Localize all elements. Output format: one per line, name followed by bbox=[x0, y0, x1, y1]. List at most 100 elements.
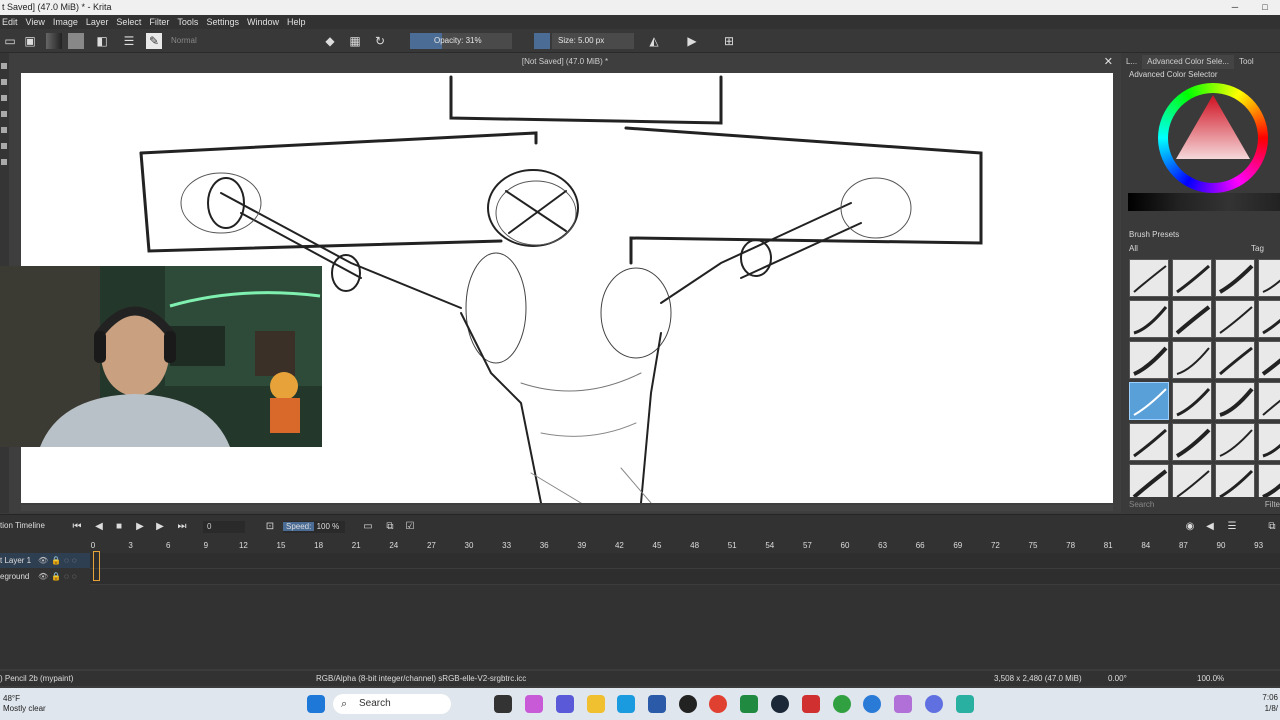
alpha-lock-icon[interactable]: ▦ bbox=[347, 33, 363, 49]
krita-taskbar-icon[interactable] bbox=[894, 695, 912, 713]
tool-icon[interactable] bbox=[1, 143, 7, 149]
app-icon[interactable] bbox=[956, 695, 974, 713]
brush-preset-tile[interactable] bbox=[1129, 341, 1169, 379]
brush-search-input[interactable]: Search bbox=[1129, 500, 1239, 511]
playhead[interactable] bbox=[93, 551, 100, 581]
tool-icon[interactable] bbox=[1, 159, 7, 165]
close-document-icon[interactable]: ✕ bbox=[1104, 55, 1113, 68]
volume-icon[interactable]: ◀ bbox=[1203, 520, 1217, 534]
brush-preset-tile[interactable] bbox=[1258, 464, 1280, 497]
timeline-menu-icon[interactable]: ☰ bbox=[1225, 520, 1239, 534]
brush-preset-tile[interactable] bbox=[1215, 423, 1255, 461]
brush-preset-tile[interactable] bbox=[1129, 259, 1169, 297]
blend-mode-select[interactable]: Normal bbox=[168, 33, 318, 49]
auto-key-icon[interactable]: ☑ bbox=[403, 520, 417, 534]
brush-preset-tile[interactable] bbox=[1215, 300, 1255, 338]
brush-preset-tile[interactable] bbox=[1129, 300, 1169, 338]
app-icon[interactable] bbox=[802, 695, 820, 713]
brush-preset-tile[interactable] bbox=[1258, 259, 1280, 297]
reload-icon[interactable]: ↻ bbox=[372, 33, 388, 49]
play-icon[interactable]: ▶ bbox=[133, 520, 147, 534]
brush-preset-tile[interactable] bbox=[1129, 464, 1169, 497]
onion-skin-icon[interactable]: ⧉ bbox=[383, 520, 397, 534]
frame-ruler[interactable]: 0 3 6 9 12 15 18 21 24 27 30 33 36 39 42 45 48 51 54 57 60 63… bbox=[90, 541, 1280, 551]
next-frame-icon[interactable]: ▶ bbox=[153, 520, 167, 534]
history-bar[interactable] bbox=[1128, 193, 1280, 211]
tab-color-selector[interactable]: Advanced Color Sele... bbox=[1142, 55, 1234, 69]
tool-icon[interactable] bbox=[1, 95, 7, 101]
brush-preset-tile[interactable] bbox=[1172, 382, 1212, 420]
brush-preset-tile[interactable] bbox=[1215, 464, 1255, 497]
windows-start-icon[interactable] bbox=[307, 695, 325, 713]
tool-icon[interactable] bbox=[1, 111, 7, 117]
menu-select[interactable]: Select bbox=[116, 15, 147, 29]
menu-window[interactable]: Window bbox=[247, 15, 285, 29]
color-wheel[interactable] bbox=[1158, 83, 1268, 193]
brush-preset-tile[interactable] bbox=[1129, 382, 1169, 420]
brush-preset-tile[interactable] bbox=[1258, 423, 1280, 461]
frame-grid[interactable] bbox=[90, 553, 1280, 585]
save-icon[interactable]: ▣ bbox=[22, 33, 38, 49]
tool-icon[interactable] bbox=[1, 79, 7, 85]
weather-widget[interactable]: 48°F Mostly clear bbox=[3, 694, 46, 714]
menu-edit[interactable]: Edit bbox=[2, 15, 24, 29]
chrome-profile-icon[interactable] bbox=[833, 695, 851, 713]
task-view-icon[interactable] bbox=[494, 695, 512, 713]
open-icon[interactable]: ▭ bbox=[2, 33, 18, 49]
size-slider[interactable]: Size: 5.00 px bbox=[552, 33, 634, 49]
menu-tools[interactable]: Tools bbox=[177, 15, 204, 29]
previous-frame-icon[interactable]: ◀ bbox=[92, 520, 106, 534]
vpn-icon[interactable] bbox=[863, 695, 881, 713]
tool-icon[interactable] bbox=[1, 63, 7, 69]
menu-filter[interactable]: Filter bbox=[149, 15, 175, 29]
brush-preset-tile[interactable] bbox=[1215, 382, 1255, 420]
mirror-vertical-icon[interactable]: ▶ bbox=[684, 33, 700, 49]
audio-icon[interactable]: ◉ bbox=[1183, 520, 1197, 534]
brush-preset-tile[interactable] bbox=[1215, 341, 1255, 379]
drop-frames-icon[interactable]: ▭ bbox=[361, 520, 375, 534]
brush-preset-tile[interactable] bbox=[1172, 341, 1212, 379]
menu-settings[interactable]: Settings bbox=[206, 15, 245, 29]
dock-float-icon[interactable]: ⧉ bbox=[1265, 520, 1279, 534]
eraser-icon[interactable]: ◆ bbox=[322, 33, 338, 49]
menu-image[interactable]: Image bbox=[53, 15, 84, 29]
layer-visibility-icon[interactable]: 👁🔒◌◌ bbox=[38, 553, 80, 568]
steam-icon[interactable] bbox=[771, 695, 789, 713]
brush-preset-tile[interactable] bbox=[1172, 300, 1212, 338]
tab-layers[interactable]: L... bbox=[1121, 55, 1142, 69]
timeline-layer-row[interactable]: eground 👁🔒◌◌ bbox=[0, 569, 90, 584]
frame-settings-icon[interactable]: ⊡ bbox=[263, 520, 277, 534]
gradient-icon[interactable] bbox=[46, 33, 62, 49]
last-frame-icon[interactable]: ⏭ bbox=[175, 520, 189, 534]
brush-preset-tile[interactable] bbox=[1215, 259, 1255, 297]
copilot-icon[interactable] bbox=[525, 695, 543, 713]
menu-help[interactable]: Help bbox=[287, 15, 312, 29]
brush-preset-tile[interactable] bbox=[1258, 341, 1280, 379]
brush-settings-icon[interactable]: ☰ bbox=[121, 33, 137, 49]
edge-icon[interactable] bbox=[617, 695, 635, 713]
layer-visibility-icon[interactable]: 👁🔒◌◌ bbox=[38, 569, 80, 584]
brush-preset-tile[interactable] bbox=[1172, 464, 1212, 497]
brush-preset-tile[interactable] bbox=[1258, 382, 1280, 420]
current-frame-input[interactable]: 0 bbox=[203, 521, 245, 533]
color-swap-icon[interactable]: ◧ bbox=[94, 33, 110, 49]
menu-view[interactable]: View bbox=[26, 15, 51, 29]
first-frame-icon[interactable]: ⏮ bbox=[70, 520, 84, 534]
brush-filter-select[interactable]: All bbox=[1129, 244, 1138, 253]
speed-input[interactable]: Speed: 100 % bbox=[283, 521, 345, 533]
wrap-around-icon[interactable]: ⊞ bbox=[721, 33, 737, 49]
minimize-button[interactable]: ─ bbox=[1220, 0, 1250, 15]
tab-tool-options[interactable]: Tool bbox=[1234, 55, 1259, 69]
taskbar-search[interactable]: ⌕ Search bbox=[333, 694, 451, 714]
color-triangle[interactable] bbox=[1158, 83, 1268, 193]
brush-preset-icon[interactable]: ✎ bbox=[146, 33, 162, 49]
tag-select[interactable]: Tag bbox=[1251, 244, 1264, 253]
timeline-layer-row[interactable]: t Layer 1 👁🔒◌◌ bbox=[0, 553, 90, 568]
brush-filter-checkbox[interactable]: Filte bbox=[1265, 500, 1280, 509]
brush-preset-tile[interactable] bbox=[1172, 259, 1212, 297]
chrome-icon[interactable] bbox=[709, 695, 727, 713]
system-tray[interactable]: 7:06 1/8/ bbox=[1262, 692, 1278, 714]
tool-icon[interactable] bbox=[1, 127, 7, 133]
dell-icon[interactable] bbox=[679, 695, 697, 713]
opacity-slider[interactable]: Opacity: 31% bbox=[410, 33, 512, 49]
